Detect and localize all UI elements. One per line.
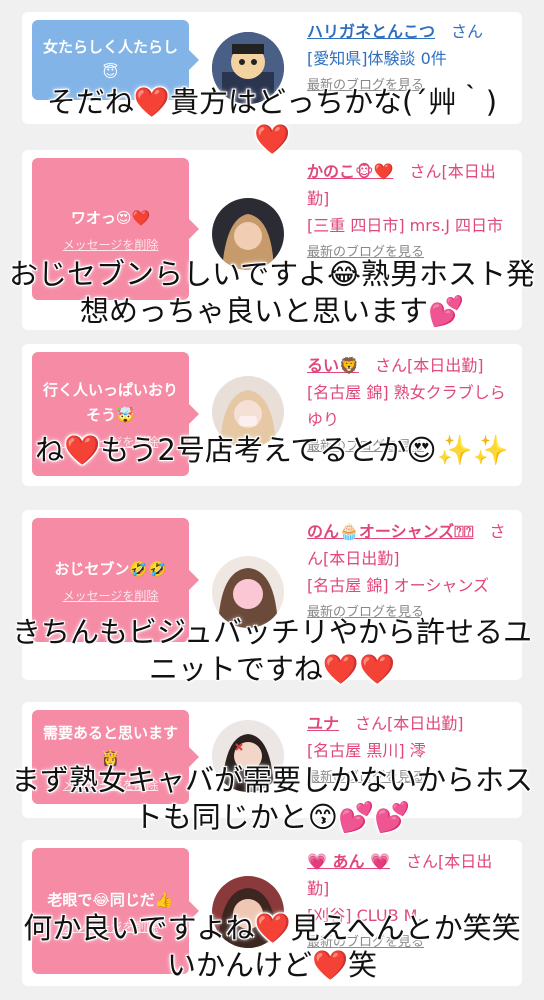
overlay-caption: まず熟女キャバが需要しかないからホストも同じかと😙💕💕 (10, 763, 533, 834)
overlay-caption: おじセブンらしいですよ😂熟男ホスト発想めっちゃ良いと思います💕 (8, 257, 536, 328)
overlay-caption: きちんもビジュバッチリやから許せるユニットですね❤️❤️ (12, 615, 532, 686)
sender-details: [愛知県]体験談 0件 (307, 49, 447, 68)
message-text: 老眼で😂同じだ👍 (47, 890, 174, 909)
sender-suffix: さん[本日出勤] (374, 356, 484, 375)
sender-info: のん🧁オーシャンズ⍰⍰ さん[本日出勤] [名古屋 錦] オーシャンズ 最新のブ… (307, 518, 512, 626)
overlay-caption: 何か良いですよね❤️見えへんとか笑笑 いかんけど❤️笑 (23, 911, 521, 982)
sender-name-link[interactable]: るい🦁 (307, 356, 359, 375)
delete-message-link[interactable]: メッセージを削除 (42, 588, 179, 604)
message-text: 行く人いっぱいおりそう🤯 (42, 381, 178, 424)
delete-message-link[interactable]: メッセージを削除 (42, 237, 179, 253)
sender-name-link[interactable]: ハリガネとんこつ (307, 22, 435, 41)
message-text: ワオっ😍❤️ (70, 208, 151, 227)
sender-details: [名古屋 錦] オーシャンズ (307, 576, 490, 595)
sender-name-link[interactable]: のん🧁オーシャンズ⍰⍰ (307, 522, 473, 541)
sender-suffix: さん (451, 22, 484, 41)
sender-suffix: さん[本日出勤] (355, 714, 464, 733)
overlay-caption: ね❤️もう2号店考えてるとか😍✨✨ (35, 433, 509, 467)
overlay-caption: そだね❤️貴方はどっちかな(´艸｀)❤️ (46, 85, 498, 156)
message-text: 女たらしく人たらし😇 (42, 38, 178, 81)
sender-name-link[interactable]: かのこ🐵❤️ (307, 162, 393, 181)
message-text: おじセブン🤣🤣 (54, 559, 167, 578)
sender-details: [三重 四日市] mrs.J 四日市 (307, 216, 504, 235)
sender-name-link[interactable]: ユナ (307, 714, 339, 733)
sender-info: かのこ🐵❤️ さん[本日出勤] [三重 四日市] mrs.J 四日市 最新のブロ… (307, 158, 512, 266)
sender-name-link[interactable]: 💗 あん 💗 (307, 852, 390, 871)
sender-details: [名古屋 黒川] 澪 (307, 741, 426, 760)
sender-details: [名古屋 錦] 熟女クラブしらゆり (307, 383, 506, 429)
